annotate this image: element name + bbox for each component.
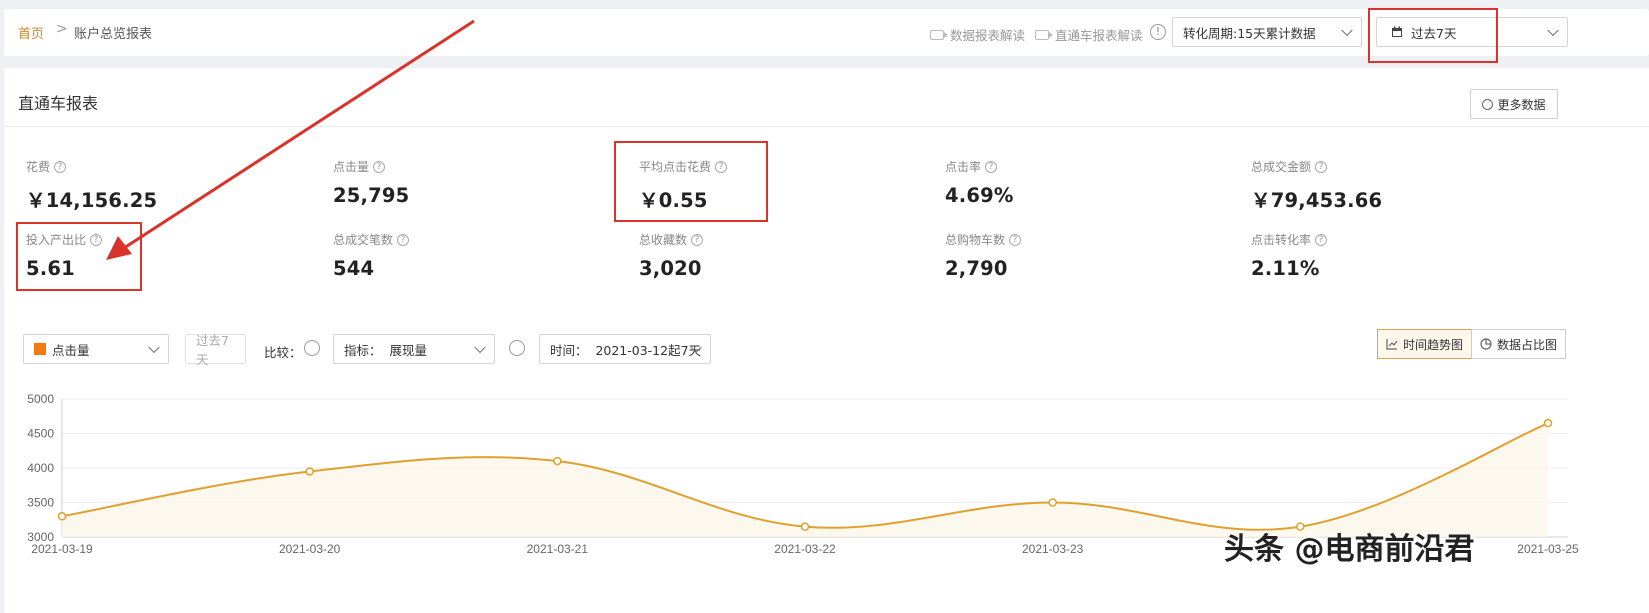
more-data-label: 更多数据 [1497, 97, 1546, 112]
metric-value: 4.69% [945, 184, 1014, 207]
breadcrumb-home[interactable]: 首页 [18, 23, 44, 42]
annotation-box-date [1368, 8, 1498, 63]
tab-data-share-label: 数据占比图 [1496, 337, 1557, 352]
divider [4, 126, 1649, 127]
annotation-box-cpc [614, 141, 768, 222]
breadcrumb-current: 账户总览报表 [74, 27, 153, 42]
tab-data-share[interactable]: 数据占比图 [1471, 329, 1566, 359]
metric-carts: 总购物车数? 2,790 [945, 231, 1022, 280]
video-icon [1035, 29, 1053, 40]
report-guide-link[interactable]: 数据报表解读 [930, 25, 1025, 44]
help-icon[interactable]: ? [1315, 160, 1328, 173]
metric-gmv: 总成交金额? ￥79,453.66 [1251, 158, 1382, 213]
metric-clicks: 点击量? 25,795 [333, 158, 409, 207]
pie-chart-icon [1480, 338, 1492, 350]
metric-value: 2.11% [1251, 257, 1320, 280]
metric-spend: 花费? ￥14,156.25 [26, 158, 157, 213]
help-icon[interactable]: ? [691, 233, 704, 246]
tab-time-trend-label: 时间趋势图 [1402, 337, 1463, 352]
metric-label: 点击量 [333, 160, 370, 174]
help-icon[interactable]: ? [54, 160, 67, 173]
help-icon[interactable]: ? [1315, 233, 1328, 246]
chevron-down-icon [1341, 24, 1353, 37]
line-chart-icon [1386, 339, 1398, 350]
metric-label: 总购物车数 [945, 233, 1006, 247]
metric-label: 总成交金额 [1251, 160, 1312, 174]
chevron-down-icon [474, 341, 486, 354]
help-icon[interactable]: ? [397, 233, 410, 246]
conversion-period-select[interactable]: 转化周期:15天累计数据 [1172, 17, 1362, 47]
more-data-button[interactable]: 更多数据 [1470, 89, 1558, 119]
time-select[interactable]: 时间： 2021-03-12起7天 [539, 334, 711, 364]
help-icon[interactable]: ? [985, 160, 998, 173]
metric-value: ￥14,156.25 [26, 189, 158, 212]
ztc-guide-label: 直通车报表解读 [1055, 28, 1143, 43]
series-color-swatch [34, 343, 46, 355]
metric-label: 点击转化率 [1251, 233, 1312, 247]
period-button[interactable]: 过去7天 [185, 333, 246, 367]
report-guide-label: 数据报表解读 [950, 28, 1026, 43]
chevron-down-icon [148, 341, 160, 354]
compare-label: 比较： [264, 345, 302, 360]
metric-favorites: 总收藏数? 3,020 [639, 231, 704, 280]
help-icon[interactable]: ? [1009, 233, 1022, 246]
chart-metric-value: 点击量 [52, 342, 90, 358]
period-button-label: 过去7天 [196, 333, 229, 367]
metric-label: 点击率 [945, 160, 982, 174]
watermark: 头条 @电商前沿君 [1224, 532, 1475, 567]
compare-radio[interactable] [304, 340, 320, 356]
metric-value: 25,795 [333, 184, 410, 207]
conversion-period-value: 转化周期:15天累计数据 [1183, 25, 1316, 41]
metric-label: 总收藏数 [639, 233, 688, 247]
chart-metric-select[interactable]: 点击量 [23, 334, 169, 364]
indicator-radio[interactable] [509, 340, 525, 356]
tab-time-trend[interactable]: 时间趋势图 [1377, 329, 1472, 359]
ztc-guide-link[interactable]: 直通车报表解读 [1035, 25, 1143, 44]
metric-orders: 总成交笔数? 544 [333, 231, 410, 280]
indicator-select[interactable]: 指标： 展现量 [333, 334, 495, 364]
metric-ctr: 点击率? 4.69% [945, 158, 1014, 207]
metric-value: 544 [333, 257, 375, 280]
metric-value: 3,020 [639, 257, 702, 280]
chevron-down-icon [1547, 24, 1559, 37]
info-icon[interactable]: ! [1150, 24, 1166, 40]
time-value: 时间： 2021-03-12起7天 [550, 342, 702, 358]
video-icon [930, 29, 948, 40]
metric-label: 花费 [26, 160, 51, 174]
metric-label: 总成交笔数 [333, 233, 394, 247]
metric-cvr: 点击转化率? 2.11% [1251, 231, 1328, 280]
indicator-value: 指标： 展现量 [344, 342, 427, 358]
panel-title: 直通车报表 [18, 94, 99, 113]
gear-icon [1482, 98, 1494, 110]
metric-value: 2,790 [945, 257, 1008, 280]
annotation-box-roi [16, 222, 142, 291]
breadcrumb-separator: > [56, 21, 68, 37]
metric-value: ￥79,453.66 [1251, 189, 1383, 212]
help-icon[interactable]: ? [373, 160, 386, 173]
